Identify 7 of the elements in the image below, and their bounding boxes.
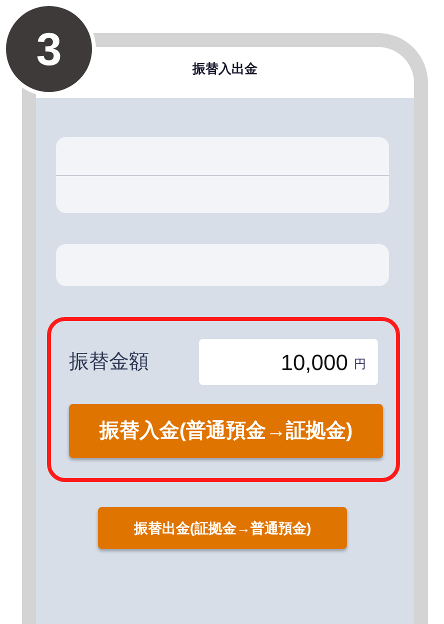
currency-unit: 円 (354, 356, 366, 373)
amount-input[interactable]: 10,000 円 (199, 339, 378, 385)
screen-title: 振替入出金 (192, 60, 258, 78)
deposit-button[interactable]: 振替入金(普通預金→証拠金) (69, 404, 383, 458)
withdraw-button[interactable]: 振替出金(証拠金→普通預金) (98, 507, 347, 549)
amount-label: 振替金額 (69, 350, 149, 375)
amount-value: 10,000 (280, 348, 348, 376)
